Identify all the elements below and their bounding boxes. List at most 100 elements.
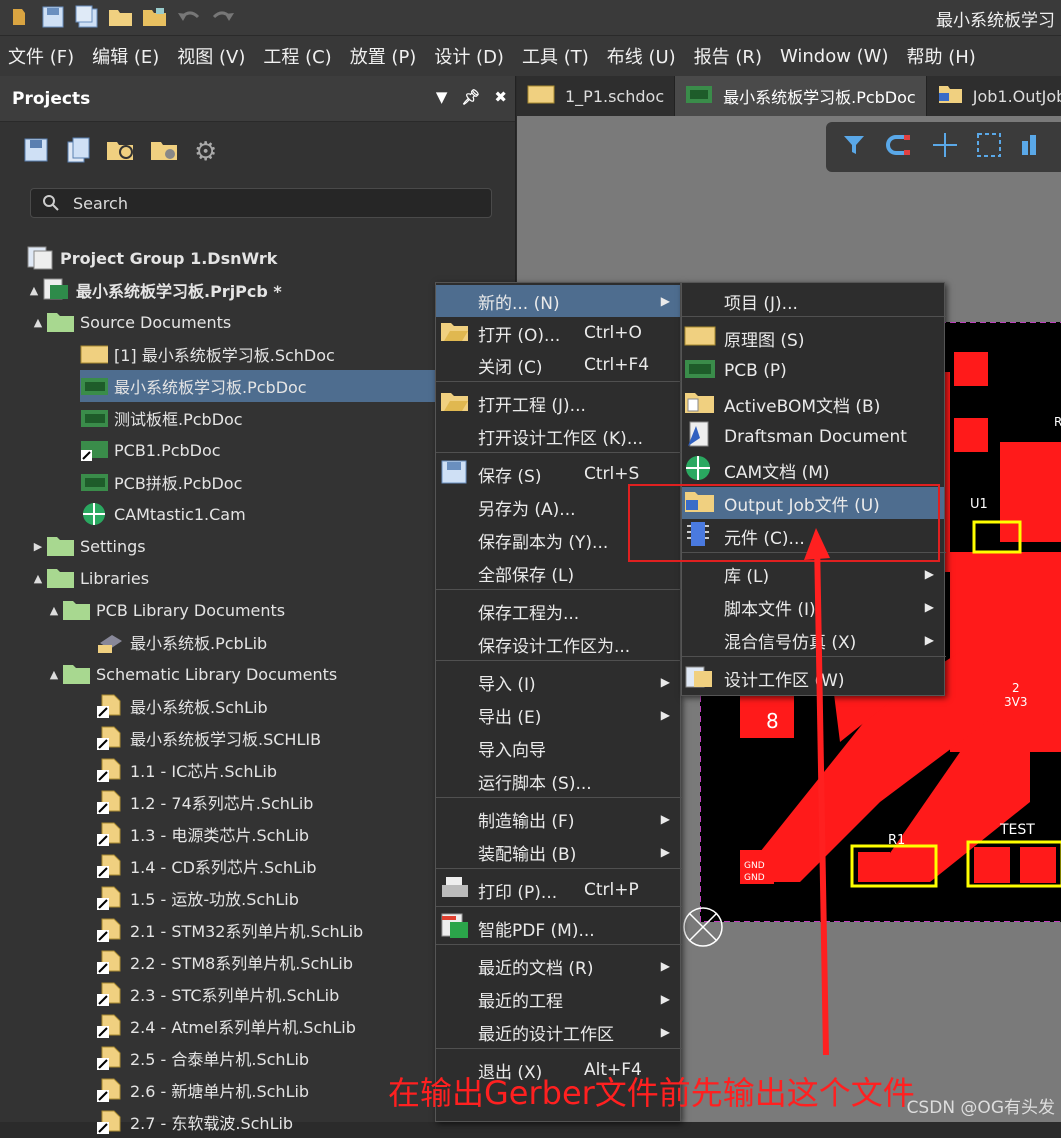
schlink-icon [96,981,124,1007]
compile-icon[interactable] [64,136,92,168]
expand-toggle-icon[interactable]: ▲ [26,284,42,297]
search-box[interactable]: Search [30,188,492,218]
tree-item-label: Settings [80,536,146,556]
file-menu-item[interactable]: 导入向导 [436,732,680,764]
tab-pcbdoc[interactable]: 最小系统板学习板.PcbDoc [675,76,927,116]
file-menu-item[interactable]: 装配输出 (B) ▶ [436,836,680,868]
save-all-icon[interactable] [72,3,102,31]
folder-icon [46,565,74,591]
menu-separator [436,660,682,661]
menu-help[interactable]: 帮助 (H) [907,43,976,69]
route-magnet-icon[interactable] [884,133,914,161]
new-submenu-item[interactable]: CAM文档 (M) [682,454,944,486]
menu-place[interactable]: 放置 (P) [350,43,417,69]
file-menu-item[interactable]: 打开设计工作区 (K)... [436,420,680,452]
project-options-folder-icon[interactable] [150,136,180,168]
filter-icon[interactable] [842,134,866,160]
file-menu-item[interactable]: 智能PDF (M)... [436,912,680,944]
new-submenu-item[interactable]: ActiveBOM文档 (B) [682,388,944,420]
file-menu-item[interactable]: 打开 (O)... Ctrl+O [436,317,680,349]
file-menu-item[interactable]: 关闭 (C) Ctrl+F4 [436,349,680,381]
new-submenu-item[interactable]: 原理图 (S) [682,322,944,354]
save-icon [440,459,468,490]
pcb-label-u1: U1 [970,497,988,512]
quick-access-toolbar [4,3,238,31]
close-icon[interactable]: ✖ [494,88,507,106]
tab-schdoc[interactable]: 1_P1.schdoc [517,76,676,116]
new-submenu-item[interactable]: 项目 (J)... [682,285,944,317]
expand-toggle-icon[interactable]: ▶ [30,540,46,553]
tab-outjob[interactable]: Job1.OutJob [927,76,1061,116]
select-rect-icon[interactable] [976,132,1002,162]
submenu-arrow-icon: ▶ [660,992,670,1006]
expand-toggle-icon[interactable]: ▲ [30,316,46,329]
file-menu-item[interactable]: 导入 (I) ▶ [436,666,680,698]
menu-separator [436,944,682,945]
file-menu-item[interactable]: 新的... (N) ▶ [436,285,680,317]
menu-view[interactable]: 视图 (V) [177,43,245,69]
schlink-icon [96,725,124,751]
move-icon[interactable] [932,132,958,162]
save-project-icon[interactable] [22,136,50,168]
file-menu-item[interactable]: 打开工程 (J)... [436,387,680,419]
expand-toggle-icon[interactable]: ▲ [46,668,62,681]
file-menu-item[interactable]: 制造输出 (F) ▶ [436,803,680,835]
prj-icon [42,277,70,303]
open-project-icon[interactable] [140,3,170,31]
tree-item[interactable]: ▲ 最小系统板学习板.PrjPcb * [26,274,496,306]
menu-item-shortcut: Ctrl+P [584,880,639,900]
open-folder-icon[interactable] [106,3,136,31]
menu-project[interactable]: 工程 (C) [263,43,331,69]
chart-icon[interactable] [1020,133,1040,161]
file-menu-item[interactable]: 保存工程为... [436,595,680,627]
menu-window[interactable]: Window (W) [780,46,889,67]
tree-item[interactable]: Project Group 1.DsnWrk [26,242,496,274]
new-doc-type-icon [684,420,714,455]
schlink-icon [96,1109,124,1135]
menu-tools[interactable]: 工具 (T) [522,43,589,69]
menu-edit[interactable]: 编辑 (E) [92,43,159,69]
schlink-icon [96,693,124,719]
new-submenu-item[interactable]: PCB (P) [682,355,944,387]
menu-separator [436,589,682,590]
new-doc-type-icon [684,324,716,353]
file-menu-item[interactable]: 最近的设计工作区 ▶ [436,1016,680,1048]
explore-icon[interactable] [106,136,136,168]
menu-item-shortcut: Ctrl+F4 [584,355,650,375]
tree-item-label: 最小系统板学习板.PcbDoc [114,378,307,397]
submenu-arrow-icon: ▶ [660,708,670,722]
menu-item-label: 装配输出 (B) [478,844,577,865]
tree-item[interactable]: ▲ Libraries [30,562,500,594]
pcb-icon [80,405,108,431]
menu-design[interactable]: 设计 (D) [434,43,504,69]
schlink-icon [96,949,124,975]
file-menu-item[interactable]: 最近的文档 (R) ▶ [436,950,680,982]
tree-item[interactable]: ▶ Settings [30,530,500,562]
file-menu-item[interactable]: 打印 (P)... Ctrl+P [436,874,680,906]
tree-item-label: Schematic Library Documents [96,664,338,684]
file-menu-item[interactable]: 最近的工程 ▶ [436,983,680,1015]
file-menu: 新的... (N) ▶ 打开 (O)... Ctrl+O 关闭 (C) Ctrl+F4 打开… [435,282,682,1122]
undo-icon[interactable] [174,3,204,31]
openprj-icon [440,389,470,418]
file-menu-item[interactable]: 运行脚本 (S)... [436,765,680,797]
menu-item-label: 最近的工程 [478,991,563,1012]
menu-file[interactable]: 文件 (F) [8,43,74,69]
settings-gear-icon[interactable]: ⚙ [194,137,217,167]
schlink-icon [96,757,124,783]
tree-item-label: 2.6 - 新塘单片机.SchLib [130,1082,310,1101]
tree-item[interactable]: ▲ Source Documents [30,306,500,338]
menu-reports[interactable]: 报告 (R) [694,43,762,69]
menu-bar: 文件 (F) 编辑 (E) 视图 (V) 工程 (C) 放置 (P) 设计 (D… [0,36,1061,76]
redo-icon[interactable] [208,3,238,31]
file-menu-item[interactable]: 保存设计工作区为... [436,628,680,660]
new-submenu-item[interactable]: Draftsman Document [682,421,944,453]
save-icon[interactable] [38,3,68,31]
pin-icon[interactable]: 📌︎ [461,88,480,106]
menu-route[interactable]: 布线 (U) [607,43,676,69]
expand-toggle-icon[interactable]: ▲ [46,604,62,617]
panel-menu-icon[interactable]: ▼ [436,88,448,106]
expand-toggle-icon[interactable]: ▲ [30,572,46,585]
tree-item[interactable]: 最小系统板学习板.PcbDoc [80,370,435,402]
file-menu-item[interactable]: 导出 (E) ▶ [436,699,680,731]
